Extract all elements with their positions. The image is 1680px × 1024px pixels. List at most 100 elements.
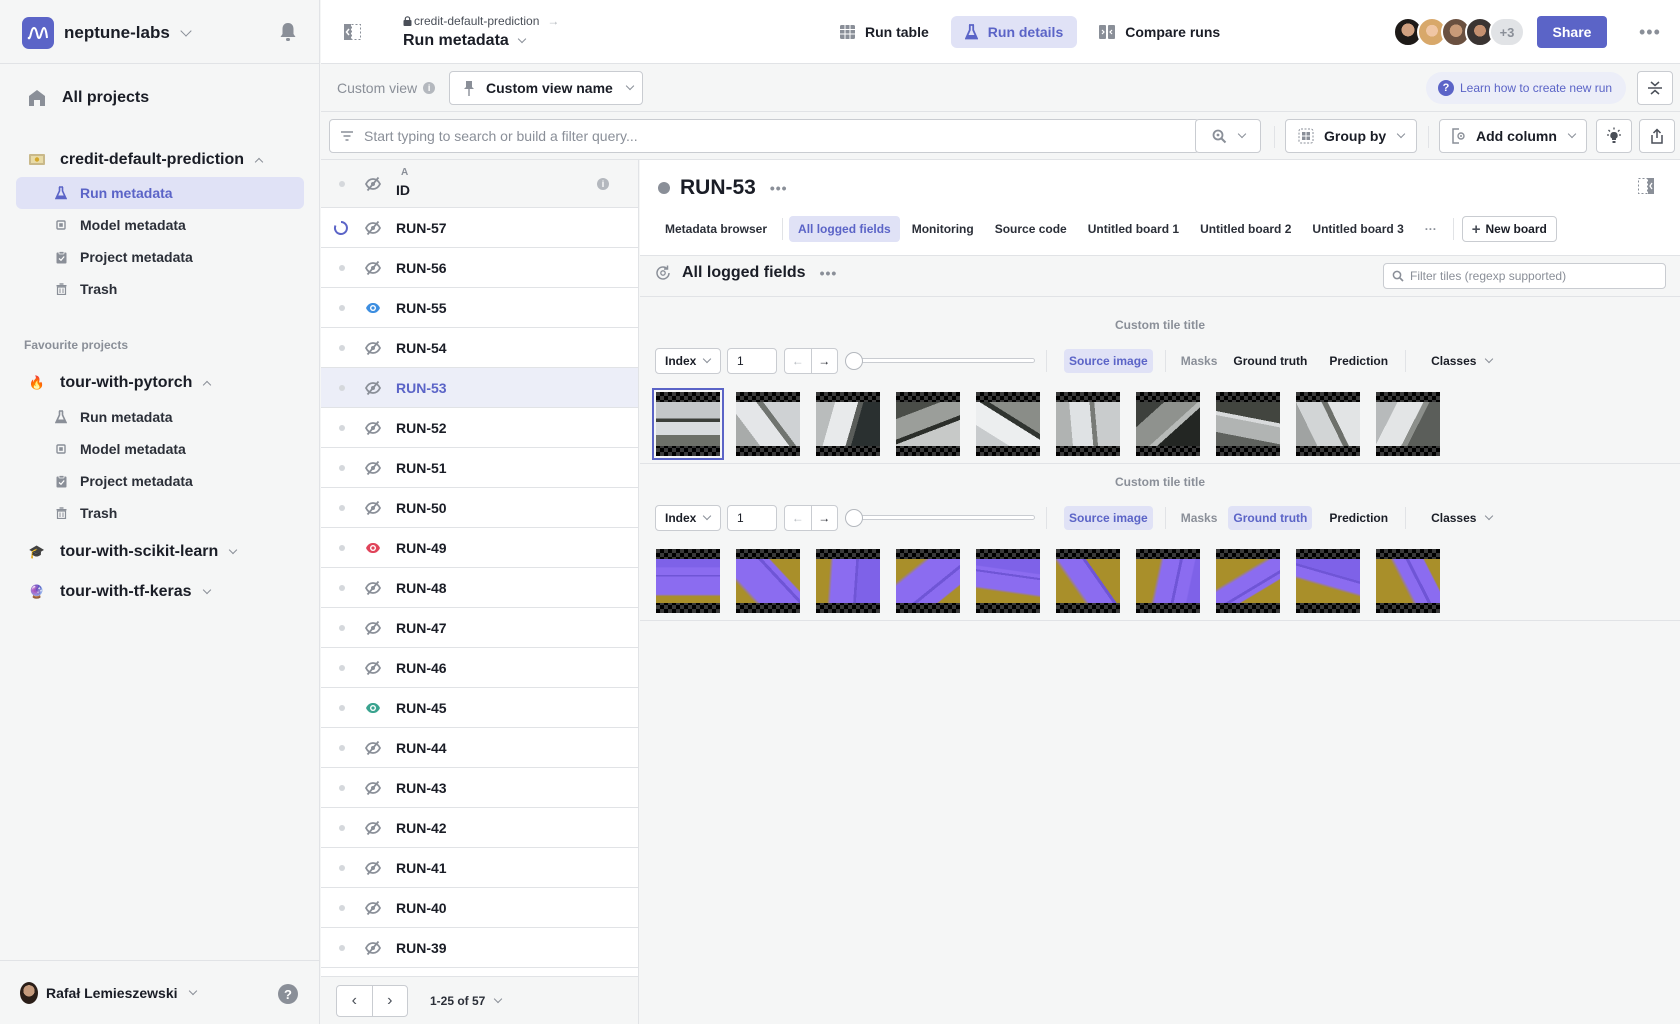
table-row[interactable]: RUN-51 [321, 448, 638, 488]
chevron-down-icon[interactable] [228, 545, 238, 555]
group-by-button[interactable]: Group by [1285, 119, 1417, 153]
table-row[interactable]: RUN-57 [321, 208, 638, 248]
image-thumbnail[interactable] [652, 388, 724, 460]
image-thumbnail[interactable] [1136, 392, 1200, 456]
expand-panel-icon[interactable] [1638, 178, 1654, 197]
table-row[interactable]: RUN-55 [321, 288, 638, 328]
image-thumbnail[interactable] [736, 549, 800, 613]
eye-off-icon[interactable] [364, 340, 382, 359]
members-avatars[interactable]: +3 [1393, 17, 1525, 47]
image-thumbnail[interactable] [656, 549, 720, 613]
table-row[interactable]: RUN-41 [321, 848, 638, 888]
board-tab[interactable]: Untitled board 3 [1303, 216, 1412, 242]
next-page-button[interactable]: › [373, 986, 408, 1016]
compact-view-button[interactable] [1637, 71, 1673, 105]
classes-select[interactable]: Classes [1426, 506, 1497, 530]
page-size-select[interactable]: 1-25 of 57 [430, 994, 503, 1008]
column-header-id[interactable]: ID [396, 182, 410, 198]
eye-off-icon[interactable] [364, 860, 382, 879]
table-row[interactable]: RUN-50 [321, 488, 638, 528]
prev-step-button[interactable]: ← [785, 506, 812, 530]
all-projects-link[interactable]: All projects [28, 89, 149, 107]
eye-off-icon[interactable] [364, 420, 382, 439]
source-image-toggle[interactable]: Source image [1064, 349, 1153, 373]
sidebar-item-run-metadata[interactable]: Run metadata [16, 401, 304, 433]
index-slider[interactable] [845, 505, 1035, 531]
sidebar-item-run-metadata[interactable]: Run metadata [16, 177, 304, 209]
new-board-button[interactable]: + New board [1461, 216, 1557, 242]
image-thumbnail[interactable] [1056, 392, 1120, 456]
bell-icon[interactable] [279, 22, 297, 45]
sidebar-item-project-metadata[interactable]: Project metadata [16, 465, 304, 497]
collapse-sidebar-icon[interactable] [343, 22, 363, 45]
eye-off-icon[interactable] [364, 620, 382, 639]
table-row[interactable]: RUN-54 [321, 328, 638, 368]
project-tour-with-pytorch[interactable]: 🔥 tour-with-pytorch [28, 374, 212, 392]
image-thumbnail[interactable] [736, 392, 800, 456]
eye-off-icon[interactable] [364, 940, 382, 959]
prev-step-button[interactable]: ← [785, 349, 812, 373]
source-image-toggle[interactable]: Source image [1064, 506, 1153, 530]
user-menu[interactable]: Rafał Lemieszewski [20, 982, 197, 1004]
export-button[interactable] [1639, 119, 1675, 153]
org-switcher[interactable]: neptune-labs [22, 16, 192, 50]
table-row[interactable]: RUN-43 [321, 768, 638, 808]
table-row[interactable]: RUN-46 [321, 648, 638, 688]
image-thumbnail[interactable] [1216, 392, 1280, 456]
board-tab[interactable]: Untitled board 2 [1191, 216, 1300, 242]
table-row[interactable]: RUN-45 [321, 688, 638, 728]
next-step-button[interactable]: → [812, 506, 838, 530]
index-input[interactable]: 1 [727, 505, 777, 531]
table-row[interactable]: RUN-44 [321, 728, 638, 768]
board-tab[interactable]: Untitled board 1 [1079, 216, 1188, 242]
image-thumbnail[interactable] [1056, 549, 1120, 613]
sidebar-item-model-metadata[interactable]: Model metadata [16, 433, 304, 465]
prediction-toggle[interactable]: Prediction [1324, 506, 1393, 530]
add-column-button[interactable]: Add column [1439, 119, 1587, 153]
help-icon[interactable]: ? [278, 984, 298, 1004]
image-thumbnail[interactable] [896, 549, 960, 613]
eye-off-icon[interactable] [364, 460, 382, 479]
slider-handle[interactable] [845, 509, 863, 527]
image-thumbnail[interactable] [1136, 549, 1200, 613]
next-step-button[interactable]: → [812, 349, 838, 373]
table-row[interactable]: RUN-52 [321, 408, 638, 448]
image-thumbnail[interactable] [816, 549, 880, 613]
search-mode-button[interactable] [1195, 119, 1261, 153]
image-thumbnail[interactable] [816, 392, 880, 456]
board-tab[interactable]: Source code [986, 216, 1076, 242]
ground-truth-toggle[interactable]: Ground truth [1228, 349, 1312, 373]
prediction-toggle[interactable]: Prediction [1324, 349, 1393, 373]
section-more-icon[interactable]: ••• [820, 265, 838, 281]
index-slider[interactable] [845, 348, 1035, 374]
eye-off-icon[interactable] [364, 780, 382, 799]
project-tour-with-tf-keras[interactable]: 🔮 tour-with-tf-keras [28, 583, 211, 601]
table-row[interactable]: RUN-56 [321, 248, 638, 288]
table-row[interactable]: RUN-47 [321, 608, 638, 648]
learn-create-run-link[interactable]: ? Learn how to create new run [1426, 72, 1627, 104]
eye-off-icon[interactable] [364, 580, 382, 599]
eye-off-icon[interactable] [364, 900, 382, 919]
sidebar-item-project-metadata[interactable]: Project metadata [16, 241, 304, 273]
image-thumbnail[interactable] [976, 549, 1040, 613]
project-credit-default-prediction[interactable]: credit-default-prediction [28, 151, 264, 169]
tab-run-details[interactable]: Run details [950, 16, 1078, 48]
custom-view-select[interactable]: Custom view name [449, 71, 643, 105]
eye-off-icon[interactable] [364, 820, 382, 839]
index-input[interactable]: 1 [727, 348, 777, 374]
ground-truth-toggle[interactable]: Ground truth [1228, 506, 1313, 530]
eye-off-icon[interactable] [364, 260, 382, 279]
run-more-icon[interactable]: ••• [770, 180, 788, 196]
page-title[interactable]: Run metadata [403, 32, 527, 50]
image-thumbnail[interactable] [1296, 392, 1360, 456]
chevron-up-icon[interactable] [203, 380, 212, 390]
highlight-button[interactable] [1596, 119, 1632, 153]
project-tour-with-scikit-learn[interactable]: 🎓 tour-with-scikit-learn [28, 543, 238, 561]
image-thumbnail[interactable] [976, 392, 1040, 456]
board-tab[interactable]: Metadata browser [656, 216, 776, 242]
eye-visible-icon[interactable] [365, 700, 381, 719]
image-thumbnail[interactable] [1376, 392, 1440, 456]
table-row[interactable]: RUN-53 [321, 368, 638, 408]
eye-off-icon[interactable] [364, 660, 382, 679]
info-icon[interactable]: i [423, 82, 436, 94]
